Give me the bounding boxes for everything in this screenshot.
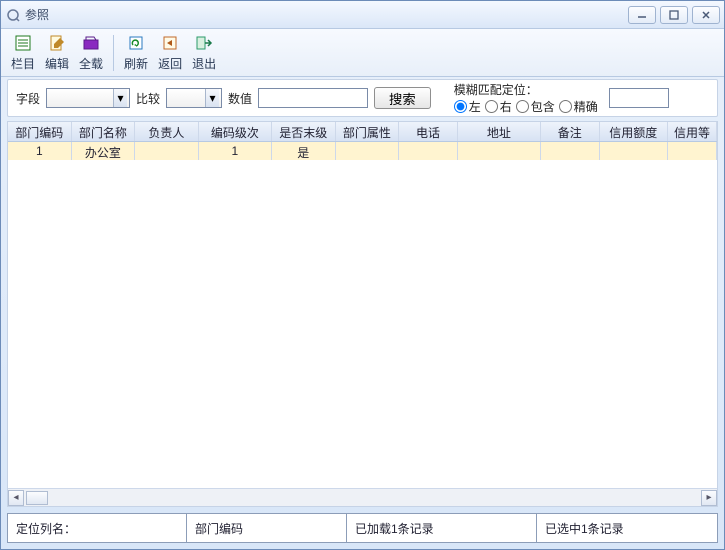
- exit-icon: [194, 33, 214, 53]
- close-button[interactable]: [692, 6, 720, 24]
- search-bar: 字段 ▾ 比较 ▾ 数值 搜索 模糊匹配定位： 左 右 包含 精确: [7, 79, 718, 117]
- table-cell: [399, 142, 458, 160]
- toolbar-list-button[interactable]: 栏目: [7, 31, 39, 74]
- status-selected: 已选中1条记录: [537, 513, 718, 543]
- table-cell: [135, 142, 199, 160]
- compare-combo[interactable]: ▾: [166, 88, 222, 108]
- column-header[interactable]: 部门属性: [336, 122, 400, 141]
- back-icon: [160, 33, 180, 53]
- radio-contains[interactable]: 包含: [516, 98, 555, 115]
- toolbar-back-button[interactable]: 返回: [154, 31, 186, 74]
- reference-window: 参照 栏目编辑全载 刷新返回退出 字段 ▾ 比较 ▾ 数值 搜索 模糊匹配定位： …: [0, 0, 725, 550]
- radio-left[interactable]: 左: [454, 98, 481, 115]
- list-icon: [13, 33, 33, 53]
- toolbar-label: 栏目: [11, 55, 35, 72]
- window-title: 参照: [25, 6, 628, 23]
- column-header[interactable]: 备注: [541, 122, 600, 141]
- value-label: 数值: [228, 90, 252, 107]
- table-cell: 是: [272, 142, 336, 160]
- locate-input[interactable]: [609, 88, 669, 108]
- column-header[interactable]: 部门名称: [72, 122, 136, 141]
- radio-exact[interactable]: 精确: [559, 98, 598, 115]
- horizontal-scrollbar[interactable]: ◂ ▸: [8, 488, 717, 506]
- app-icon: [5, 7, 21, 23]
- toolbar-label: 返回: [158, 55, 182, 72]
- table-cell: [458, 142, 541, 160]
- data-table: 部门编码部门名称负责人编码级次是否末级部门属性电话地址备注信用额度信用等 1办公…: [7, 121, 718, 507]
- edit-icon: [47, 33, 67, 53]
- column-header[interactable]: 编码级次: [199, 122, 272, 141]
- toolbar-label: 退出: [192, 55, 216, 72]
- toolbar-separator: [113, 35, 114, 71]
- status-locate-label: 定位列名：: [7, 513, 187, 543]
- status-column: 部门编码: [187, 513, 347, 543]
- chevron-down-icon: ▾: [205, 89, 219, 107]
- table-header: 部门编码部门名称负责人编码级次是否末级部门属性电话地址备注信用额度信用等: [8, 122, 717, 142]
- chevron-down-icon: ▾: [113, 89, 127, 107]
- table-cell: 1: [199, 142, 272, 160]
- scroll-thumb[interactable]: [26, 491, 48, 505]
- toolbar-label: 编辑: [45, 55, 69, 72]
- field-label: 字段: [16, 90, 40, 107]
- table-body: 1办公室1是: [8, 142, 717, 488]
- toolbar-label: 全载: [79, 55, 103, 72]
- table-cell: 办公室: [72, 142, 136, 160]
- compare-label: 比较: [136, 90, 160, 107]
- column-header[interactable]: 是否末级: [272, 122, 336, 141]
- column-header[interactable]: 地址: [458, 122, 541, 141]
- scroll-right-icon[interactable]: ▸: [701, 490, 717, 506]
- column-header[interactable]: 部门编码: [8, 122, 72, 141]
- loadall-icon: [81, 33, 101, 53]
- search-button[interactable]: 搜索: [374, 87, 431, 109]
- refresh-icon: [126, 33, 146, 53]
- toolbar-edit-button[interactable]: 编辑: [41, 31, 73, 74]
- scroll-left-icon[interactable]: ◂: [8, 490, 24, 506]
- column-header[interactable]: 信用等: [668, 122, 717, 141]
- table-cell: [600, 142, 668, 160]
- window-controls: [628, 6, 720, 24]
- value-input[interactable]: [258, 88, 368, 108]
- column-header[interactable]: 电话: [399, 122, 458, 141]
- fuzzy-match-group: 模糊匹配定位： 左 右 包含 精确: [449, 80, 603, 116]
- radio-right[interactable]: 右: [485, 98, 512, 115]
- table-row[interactable]: 1办公室1是: [8, 142, 717, 160]
- column-header[interactable]: 负责人: [135, 122, 199, 141]
- toolbar-refresh-button[interactable]: 刷新: [120, 31, 152, 74]
- table-cell: 1: [8, 142, 72, 160]
- table-cell: [541, 142, 600, 160]
- field-combo[interactable]: ▾: [46, 88, 130, 108]
- status-bar: 定位列名： 部门编码 已加载1条记录 已选中1条记录: [7, 513, 718, 543]
- toolbar-loadall-button[interactable]: 全载: [75, 31, 107, 74]
- toolbar: 栏目编辑全载 刷新返回退出: [1, 29, 724, 77]
- status-loaded: 已加载1条记录: [347, 513, 537, 543]
- maximize-button[interactable]: [660, 6, 688, 24]
- toolbar-label: 刷新: [124, 55, 148, 72]
- titlebar: 参照: [1, 1, 724, 29]
- fuzzy-legend: 模糊匹配定位：: [454, 81, 598, 98]
- column-header[interactable]: 信用额度: [600, 122, 668, 141]
- toolbar-exit-button[interactable]: 退出: [188, 31, 220, 74]
- table-cell: [336, 142, 400, 160]
- minimize-button[interactable]: [628, 6, 656, 24]
- table-cell: [668, 142, 717, 160]
